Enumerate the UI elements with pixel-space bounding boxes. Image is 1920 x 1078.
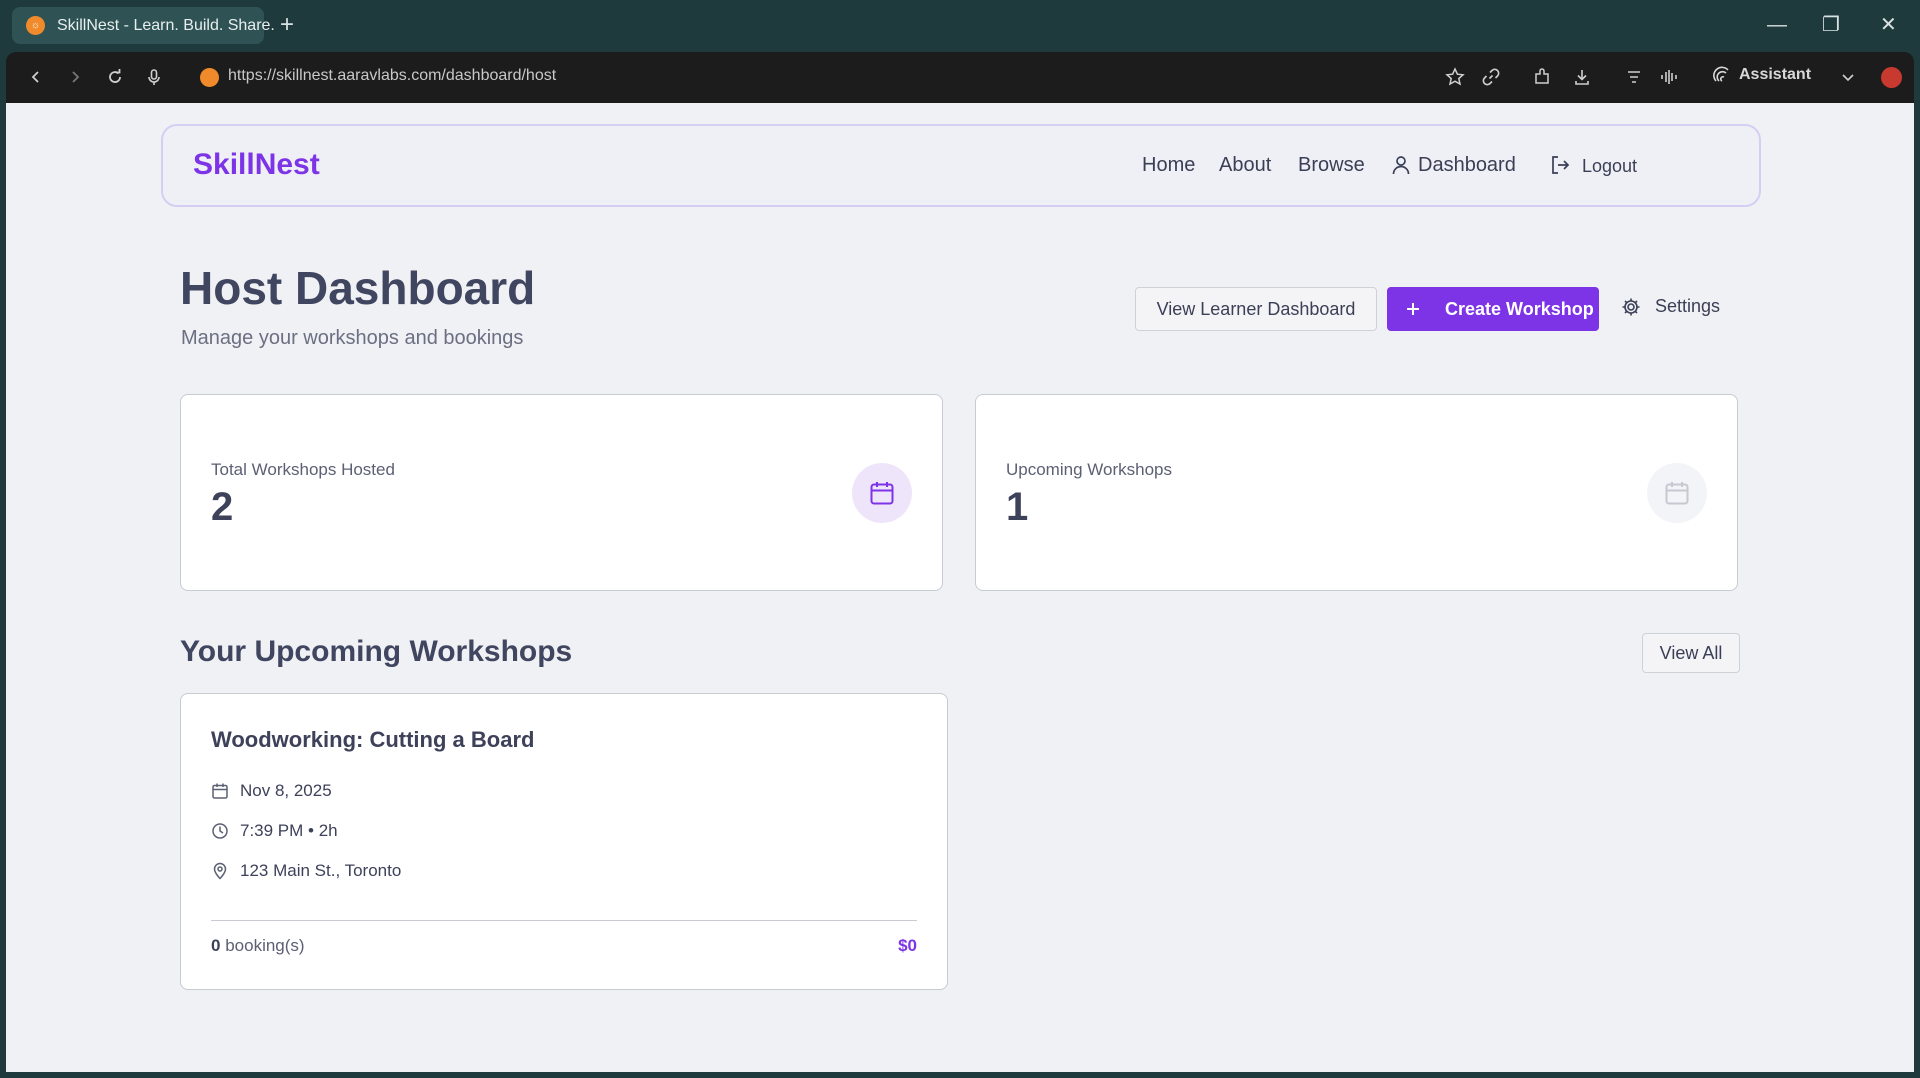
logout-icon bbox=[1549, 154, 1573, 178]
workshop-price: $0 bbox=[898, 936, 917, 955]
extensions-icon[interactable] bbox=[1530, 65, 1554, 89]
new-tab-icon[interactable]: + bbox=[280, 13, 294, 37]
back-icon[interactable] bbox=[24, 65, 48, 89]
restore-icon[interactable]: ❐ bbox=[1822, 13, 1840, 37]
view-learner-dashboard-button[interactable]: View Learner Dashboard bbox=[1135, 287, 1377, 331]
settings-label: Settings bbox=[1655, 296, 1721, 316]
assistant-button[interactable]: Assistant bbox=[1713, 66, 1811, 84]
profile-avatar[interactable] bbox=[1881, 67, 1902, 88]
nav-link-home[interactable]: Home bbox=[1142, 154, 1195, 177]
workshop-date: Nov 8, 2025 bbox=[240, 781, 332, 800]
workshop-date-row: Nov 8, 2025 bbox=[211, 781, 332, 801]
reading-list-icon[interactable] bbox=[1622, 65, 1646, 89]
create-workshop-button[interactable]: Create Workshop bbox=[1387, 287, 1599, 331]
nav-link-browse[interactable]: Browse bbox=[1298, 154, 1365, 177]
stat-card-total-workshops: Total Workshops Hosted 2 bbox=[180, 394, 943, 591]
workshop-time: 7:39 PM • 2h bbox=[240, 821, 338, 840]
bookmark-star-icon[interactable] bbox=[1443, 65, 1467, 89]
calendar-icon bbox=[212, 783, 228, 799]
browser-tab-bar: ☼ SkillNest - Learn. Build. Share. + — ❐… bbox=[0, 0, 1920, 52]
stat-label: Total Workshops Hosted bbox=[211, 460, 395, 479]
bookings-count: 0 bbox=[211, 936, 221, 955]
clock-icon bbox=[212, 823, 228, 839]
download-icon[interactable] bbox=[1570, 65, 1594, 89]
assistant-label: Assistant bbox=[1739, 66, 1812, 83]
tab-title: SkillNest - Learn. Build. Share. bbox=[57, 16, 275, 34]
address-bar[interactable]: https://skillnest.aaravlabs.com/dashboar… bbox=[228, 67, 556, 85]
audio-wave-icon[interactable] bbox=[1657, 65, 1681, 89]
workshop-time-row: 7:39 PM • 2h bbox=[211, 821, 338, 841]
minimize-icon[interactable]: — bbox=[1767, 13, 1787, 37]
forward-icon[interactable] bbox=[63, 65, 87, 89]
user-icon bbox=[1390, 154, 1414, 178]
chevron-down-icon[interactable] bbox=[1836, 65, 1860, 89]
url-site-favicon-icon bbox=[200, 68, 219, 87]
calendar-icon bbox=[852, 463, 912, 523]
workshop-divider bbox=[211, 920, 917, 921]
section-title-upcoming: Your Upcoming Workshops bbox=[180, 635, 573, 668]
assistant-icon bbox=[1713, 66, 1729, 82]
stat-value: 1 bbox=[1006, 485, 1029, 529]
microphone-icon[interactable] bbox=[142, 65, 166, 89]
reload-icon[interactable] bbox=[103, 65, 127, 89]
brand-logo[interactable]: SkillNest bbox=[193, 148, 320, 182]
stat-value: 2 bbox=[211, 485, 234, 529]
view-all-button[interactable]: View All bbox=[1642, 633, 1740, 673]
settings-button[interactable]: Settings bbox=[1621, 296, 1720, 317]
calendar-icon bbox=[1647, 463, 1707, 523]
workshop-bookings: 0 booking(s) bbox=[211, 936, 305, 956]
gear-icon bbox=[1622, 298, 1640, 315]
browser-toolbar: https://skillnest.aaravlabs.com/dashboar… bbox=[6, 52, 1914, 103]
close-window-icon[interactable]: ✕ bbox=[1880, 13, 1897, 37]
logout-button[interactable]: Logout bbox=[1582, 156, 1637, 177]
workshop-location-row: 123 Main St., Toronto bbox=[211, 861, 401, 881]
page-viewport: SkillNest Home About Browse Dashboard Lo… bbox=[6, 103, 1914, 1072]
plus-icon bbox=[1407, 303, 1419, 315]
workshop-card[interactable]: Woodworking: Cutting a Board Nov 8, 2025… bbox=[180, 693, 948, 990]
nav-link-about[interactable]: About bbox=[1219, 154, 1271, 177]
page-title: Host Dashboard bbox=[180, 262, 536, 314]
stat-label: Upcoming Workshops bbox=[1006, 460, 1172, 479]
create-workshop-label: Create Workshop bbox=[1445, 298, 1594, 319]
map-pin-icon bbox=[213, 862, 227, 880]
page-subtitle: Manage your workshops and bookings bbox=[181, 327, 524, 349]
workshop-location: 123 Main St., Toronto bbox=[240, 861, 402, 880]
site-navbar: SkillNest Home About Browse Dashboard Lo… bbox=[161, 124, 1761, 207]
workshop-title[interactable]: Woodworking: Cutting a Board bbox=[211, 727, 534, 753]
browser-tab[interactable]: ☼ SkillNest - Learn. Build. Share. bbox=[12, 7, 275, 44]
link-icon[interactable] bbox=[1479, 65, 1503, 89]
bookings-label: booking(s) bbox=[225, 936, 305, 955]
site-favicon-icon: ☼ bbox=[26, 16, 45, 35]
stat-card-upcoming-workshops: Upcoming Workshops 1 bbox=[975, 394, 1738, 591]
nav-link-dashboard[interactable]: Dashboard bbox=[1418, 154, 1516, 177]
